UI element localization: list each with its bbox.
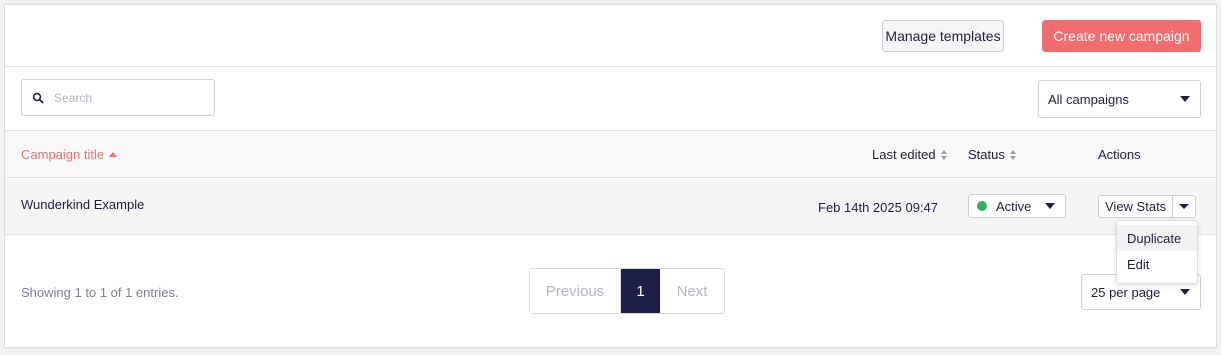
pagination: Previous 1 Next <box>529 268 725 314</box>
column-status-label: Status <box>968 147 1005 162</box>
column-header-status[interactable]: Status <box>968 131 1016 178</box>
caret-down-icon <box>1180 289 1190 295</box>
table-header: Campaign title Last edited Status Action… <box>5 131 1216 178</box>
caret-down-icon <box>1179 204 1190 209</box>
active-status-dot-icon <box>977 201 987 211</box>
view-stats-button[interactable]: View Stats <box>1099 196 1174 217</box>
campaigns-panel: Manage templates Create new campaign All… <box>4 4 1217 348</box>
column-header-actions: Actions <box>1098 131 1141 178</box>
campaign-title[interactable]: Wunderkind Example <box>21 195 144 213</box>
campaign-filter-value: All campaigns <box>1048 91 1129 107</box>
search-icon <box>32 92 44 104</box>
create-campaign-button[interactable]: Create new campaign <box>1042 20 1201 52</box>
menu-item-duplicate[interactable]: Duplicate <box>1117 225 1197 251</box>
column-header-title[interactable]: Campaign title <box>21 131 118 178</box>
last-edited-value: Feb 14th 2025 09:47 <box>818 199 938 215</box>
campaign-filter-select[interactable]: All campaigns <box>1038 80 1201 118</box>
column-last-edited-label: Last edited <box>872 147 936 162</box>
column-header-last-edited[interactable]: Last edited <box>872 131 947 178</box>
sort-icon <box>1009 149 1016 160</box>
view-stats-split-button: View Stats <box>1098 195 1197 218</box>
search-input[interactable] <box>54 90 204 105</box>
top-toolbar: Manage templates Create new campaign <box>5 5 1216 67</box>
entries-summary: Showing 1 to 1 of 1 entries. <box>21 285 179 300</box>
table-row: Wunderkind Example Feb 14th 2025 09:47 A… <box>5 179 1216 235</box>
manage-templates-button[interactable]: Manage templates <box>882 20 1004 52</box>
column-title-label: Campaign title <box>21 147 105 162</box>
actions-dropdown-toggle[interactable] <box>1173 196 1195 217</box>
caret-down-icon <box>1180 96 1190 102</box>
status-value: Active <box>996 198 1032 214</box>
filter-bar: All campaigns <box>5 67 1216 131</box>
caret-down-icon <box>1045 203 1055 209</box>
next-page-button[interactable]: Next <box>660 269 724 313</box>
status-select[interactable]: Active <box>968 194 1066 218</box>
page-1-button[interactable]: 1 <box>621 269 660 313</box>
sort-icon <box>940 149 947 160</box>
column-actions-label: Actions <box>1098 147 1141 162</box>
sort-asc-icon <box>109 152 118 157</box>
search-box[interactable] <box>21 79 215 116</box>
menu-item-edit[interactable]: Edit <box>1117 251 1197 277</box>
per-page-value: 25 per page <box>1091 284 1161 300</box>
actions-dropdown-menu: Duplicate Edit <box>1116 220 1198 284</box>
previous-page-button[interactable]: Previous <box>530 269 621 313</box>
